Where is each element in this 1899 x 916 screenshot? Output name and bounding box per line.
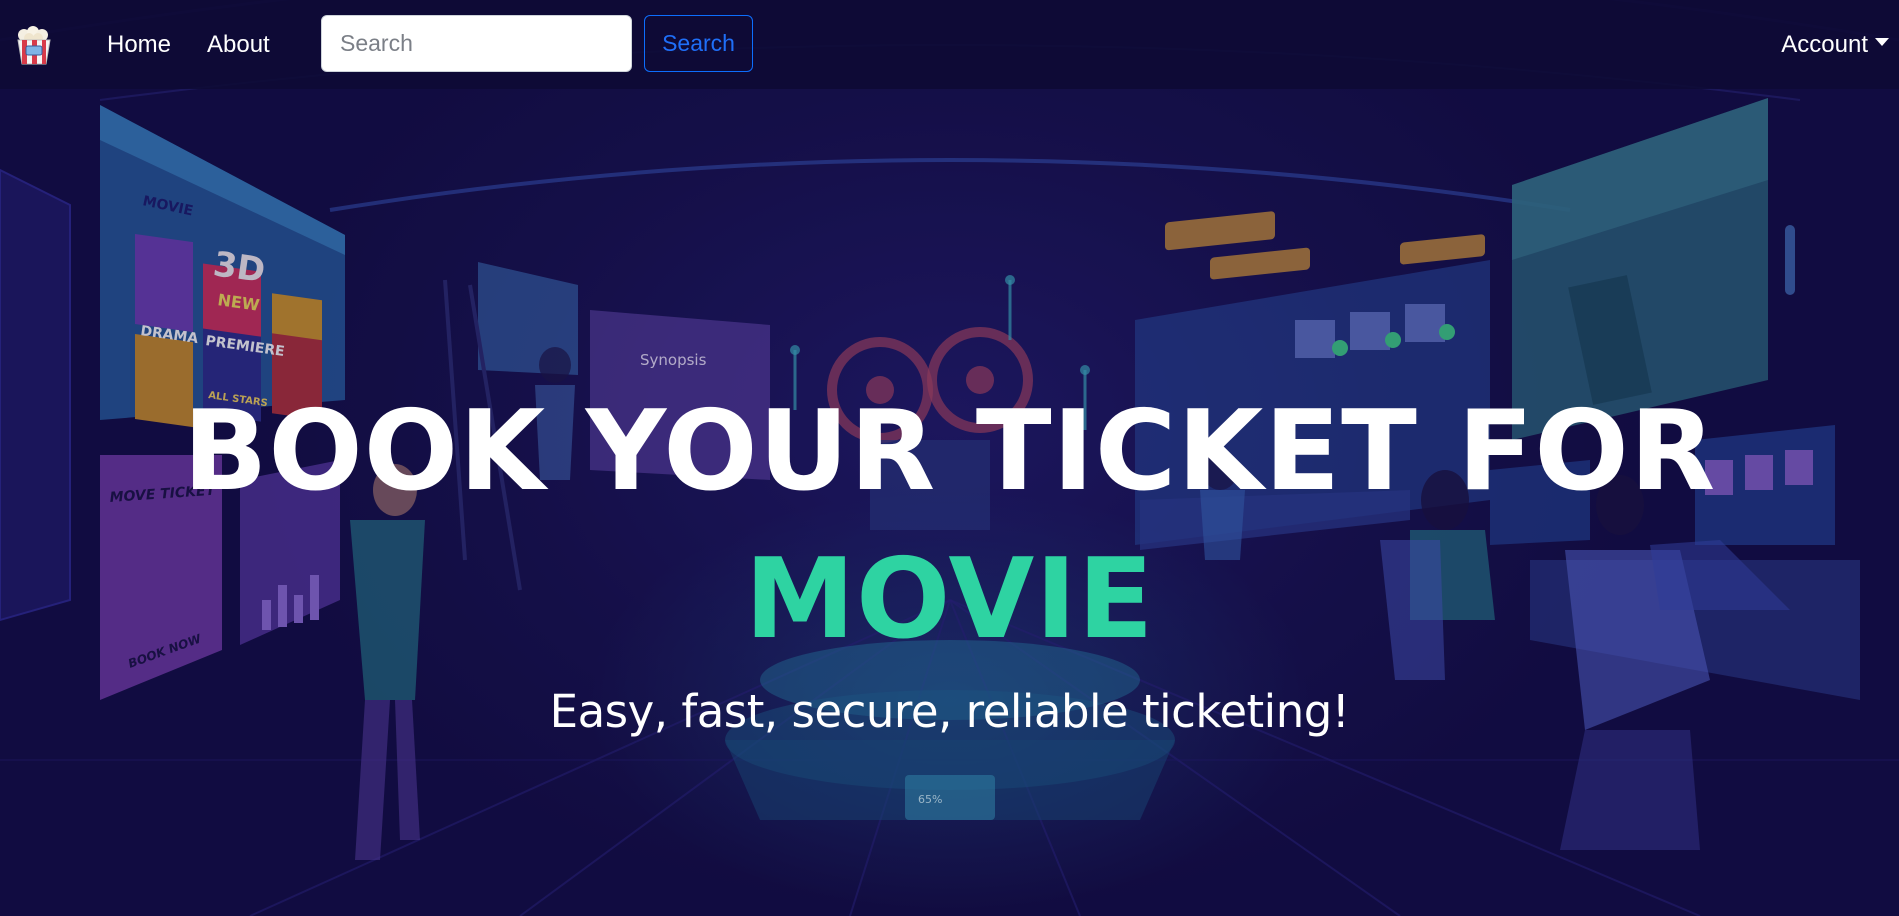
nav-link-about[interactable]: About [207,31,270,59]
landing-page: MOVIE 3D NEW DRAMA PREMIERE ALL STARS MO… [0,0,1899,916]
popcorn-icon [17,26,51,65]
chevron-down-icon [1875,38,1889,46]
search-button[interactable]: Search [644,15,753,72]
account-label: Account [1781,31,1868,58]
hero-tagline: Easy, fast, secure, reliable ticketing! [549,685,1350,738]
brand-logo[interactable] [12,26,56,66]
top-navbar: Home About Search Account [0,0,1899,89]
hero-headline-line2: MOVIE [744,535,1155,664]
nav-link-home[interactable]: Home [107,31,171,59]
account-dropdown-toggle[interactable]: Account [1781,31,1889,59]
search-input[interactable] [321,15,632,72]
hero-headline-line1: BOOK YOUR TICKET FOR [182,387,1717,516]
